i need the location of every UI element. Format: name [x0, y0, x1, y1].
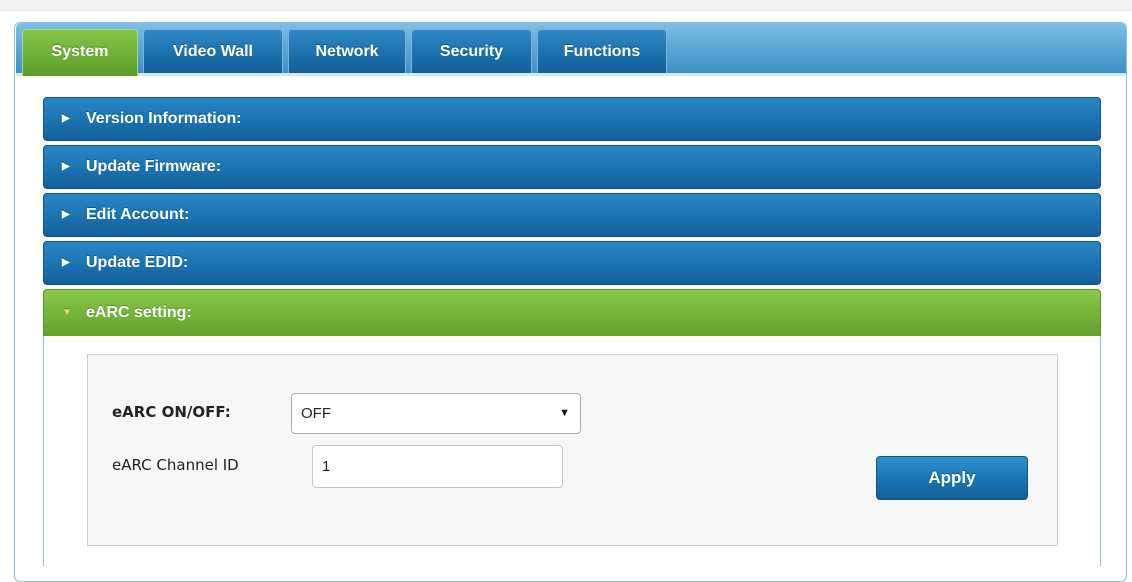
apply-button[interactable]: Apply — [876, 456, 1028, 500]
panel-update-edid[interactable]: ▶ Update EDID: — [43, 241, 1101, 285]
triangle-right-icon: ▶ — [62, 209, 70, 220]
earc-onoff-select[interactable]: OFF ▼ — [291, 393, 581, 434]
triangle-right-icon: ▶ — [62, 257, 70, 268]
panel-title: Update EDID: — [86, 254, 189, 271]
tab-functions[interactable]: Functions — [537, 29, 667, 73]
panel-version-information[interactable]: ▶ Version Information: — [43, 97, 1101, 141]
triangle-down-icon: ▼ — [62, 307, 72, 318]
top-strip — [0, 0, 1132, 11]
tab-network-label: Network — [315, 43, 379, 60]
tab-system-label: System — [51, 43, 109, 60]
panel-title: Update Firmware: — [86, 158, 222, 175]
tab-video-wall-label: Video Wall — [172, 43, 253, 60]
tab-security-label: Security — [439, 43, 504, 60]
tab-system[interactable]: System — [22, 29, 138, 76]
earc-onoff-label: eARC ON/OFF: — [112, 403, 231, 421]
earc-settings-box — [87, 354, 1058, 546]
panel-title: Version Information: — [86, 110, 242, 127]
tab-network[interactable]: Network — [288, 29, 406, 73]
earc-channel-id-input[interactable] — [312, 445, 563, 488]
panel-title: eARC setting: — [86, 304, 192, 321]
panel-update-firmware[interactable]: ▶ Update Firmware: — [43, 145, 1101, 189]
tab-security[interactable]: Security — [411, 29, 532, 73]
panel-edit-account[interactable]: ▶ Edit Account: — [43, 193, 1101, 237]
triangle-right-icon: ▶ — [62, 113, 70, 124]
tab-functions-label: Functions — [563, 43, 641, 60]
tab-video-wall[interactable]: Video Wall — [143, 29, 283, 73]
caret-down-icon: ▼ — [559, 407, 570, 419]
panel-earc-setting[interactable]: ▼ eARC setting: — [43, 289, 1101, 337]
earc-channel-id-label: eARC Channel ID — [112, 456, 239, 474]
triangle-right-icon: ▶ — [62, 161, 70, 172]
panel-title: Edit Account: — [86, 206, 190, 223]
earc-onoff-value: OFF — [301, 405, 331, 422]
